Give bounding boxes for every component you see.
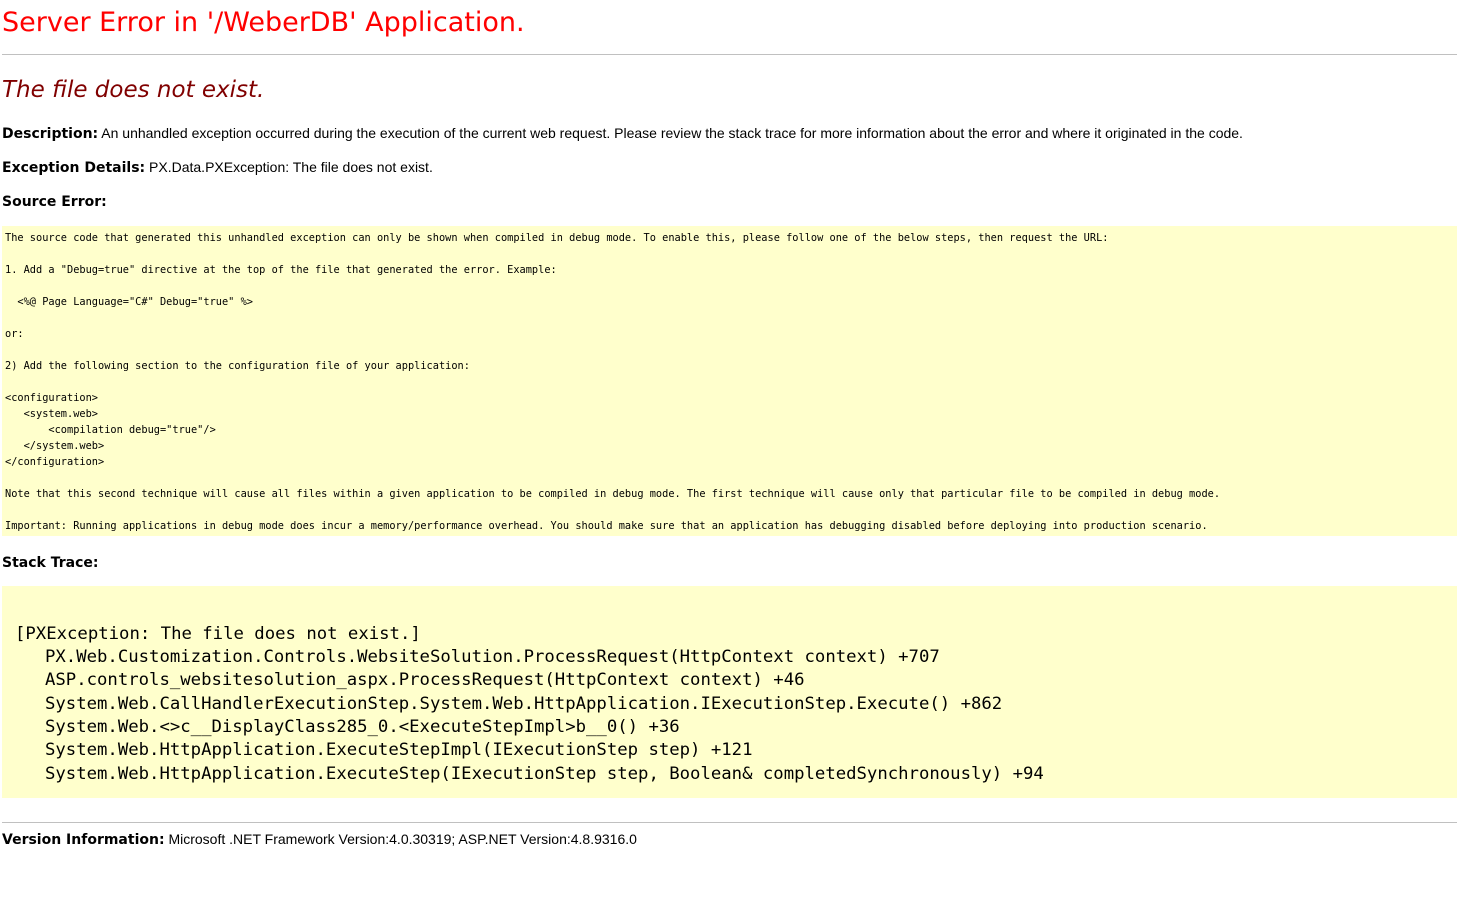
source-error-line: The source code that generated this unha… — [5, 232, 1109, 244]
description-label: Description: — [2, 126, 99, 142]
version-information-label: Version Information: — [2, 832, 165, 848]
stack-trace-heading: Stack Trace: — [2, 553, 98, 572]
page-title: Server Error in '/WeberDB' Application. — [2, 7, 525, 38]
stack-trace-line: ASP.controls_websitesolution_aspx.Proces… — [45, 670, 805, 690]
stack-trace-line: [PXException: The file does not exist.] — [15, 624, 421, 644]
exception-details-label: Exception Details: — [2, 160, 146, 176]
source-error-line: </system.web> — [5, 440, 105, 452]
source-error-line: <%@ Page Language="C#" Debug="true" %> — [5, 296, 253, 308]
stack-trace-line: System.Web.<>c__DisplayClass285_0.<Execu… — [45, 717, 680, 737]
description-line: Description: An unhandled exception occu… — [2, 124, 1243, 143]
source-error-line: Note that this second technique will cau… — [5, 488, 1221, 500]
title-divider — [2, 54, 1457, 55]
footer-divider — [2, 822, 1457, 823]
source-error-line: <configuration> — [5, 392, 98, 404]
source-error-box: The source code that generated this unha… — [2, 226, 1457, 536]
source-error-line: </configuration> — [5, 456, 105, 468]
source-error-label: Source Error: — [2, 194, 107, 210]
exception-details-text: PX.Data.PXException: The file does not e… — [145, 159, 433, 175]
source-error-line: 2) Add the following section to the conf… — [5, 360, 470, 372]
source-error-line: Important: Running applications in debug… — [5, 520, 1208, 532]
stack-trace-line: PX.Web.Customization.Controls.WebsiteSol… — [45, 647, 940, 667]
stack-trace-line: System.Web.CallHandlerExecutionStep.Syst… — [45, 694, 1003, 714]
source-error-heading: Source Error: — [2, 192, 107, 211]
version-information-text: Microsoft .NET Framework Version:4.0.303… — [164, 831, 637, 847]
stack-trace-box: [PXException: The file does not exist.] … — [2, 586, 1457, 798]
source-error-line: 1. Add a "Debug=true" directive at the t… — [5, 264, 557, 276]
stack-trace-line: System.Web.HttpApplication.ExecuteStepIm… — [45, 740, 753, 760]
version-information-line: Version Information: Microsoft .NET Fram… — [2, 830, 637, 849]
source-error-line: <compilation debug="true"/> — [5, 424, 216, 436]
source-error-line: or: — [5, 328, 24, 340]
error-message-heading: The file does not exist. — [2, 77, 265, 103]
exception-details-line: Exception Details: PX.Data.PXException: … — [2, 158, 433, 177]
stack-trace-label: Stack Trace: — [2, 555, 99, 571]
description-text: An unhandled exception occurred during t… — [98, 125, 1243, 141]
source-error-line: <system.web> — [5, 408, 98, 420]
stack-trace-line: System.Web.HttpApplication.ExecuteStep(I… — [45, 764, 1044, 784]
